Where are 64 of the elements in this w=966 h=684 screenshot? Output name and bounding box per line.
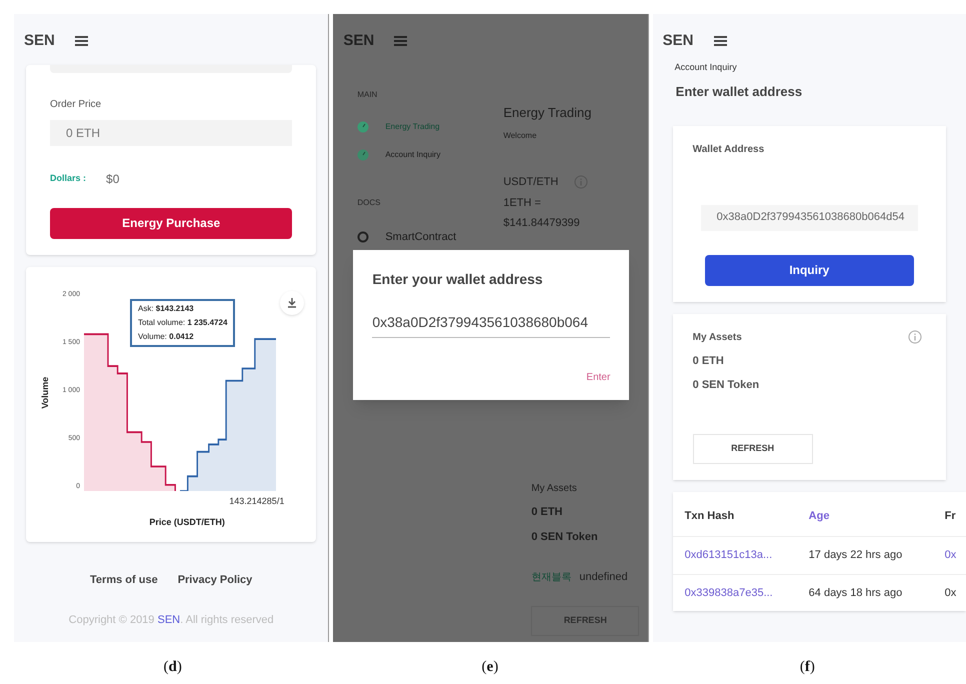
brand-logo[interactable]: SEN — [662, 30, 694, 52]
refresh-button[interactable]: REFRESH — [692, 434, 813, 464]
menu-icon[interactable] — [74, 36, 88, 46]
block-value: undefined — [579, 570, 628, 585]
drawer-item[interactable]: SmartContract — [357, 228, 480, 245]
brand-logo[interactable]: SEN — [24, 30, 55, 52]
dollars-value: $0 — [106, 170, 120, 188]
rate-label: 1ETH = — [503, 196, 542, 210]
my-assets-title: My Assets — [692, 330, 742, 344]
table-cell[interactable]: 0x339838a7e35... — [684, 584, 809, 601]
column-header[interactable]: Age — [808, 508, 945, 524]
rate-value: $141.84479399 — [503, 216, 581, 231]
page-label: Account Inquiry — [674, 60, 738, 74]
table-cell-text: 0x — [944, 586, 958, 600]
menu-icon[interactable] — [714, 36, 726, 46]
brand-link[interactable]: SEN — [157, 614, 180, 626]
column-header[interactable]: Txn Hash — [684, 508, 809, 524]
brand-logo[interactable]: SEN — [343, 30, 374, 52]
page-heading: Enter wallet address — [676, 83, 804, 101]
y-axis-title: Volume — [39, 376, 52, 408]
block-label: 현재블록 — [531, 570, 572, 585]
my-assets-title: My Assets — [531, 482, 578, 496]
x-axis-tick: 143.214285/1 — [229, 494, 284, 508]
x-axis-title: Price (USDT/ETH) — [149, 516, 225, 529]
asset-amount: 0 SEN Token — [692, 378, 760, 393]
drawer-section-heading: MAIN — [357, 88, 378, 100]
enter-button[interactable]: Enter — [586, 370, 610, 385]
copyright-text: Copyright © 2019 SEN. All rights reserved — [68, 613, 275, 628]
gauge-icon — [357, 120, 370, 132]
table-cell-text: 64 days 18 hrs ago — [808, 586, 904, 600]
tooltip-line: Total volume: 1 235.4724 — [138, 316, 228, 328]
gauge-icon — [357, 148, 370, 160]
drawer-item[interactable]: Account Inquiry — [357, 148, 480, 160]
pair-label: USDT/ETH — [503, 175, 558, 190]
table-cell[interactable]: 0x — [944, 547, 966, 564]
asset-amount: 0 ETH — [692, 354, 725, 368]
panel-caption: (d) — [163, 658, 182, 677]
energy-purchase-button[interactable]: Energy Purchase — [50, 208, 292, 238]
page-title: Energy Trading — [503, 104, 592, 122]
panel-caption: (e) — [482, 658, 498, 677]
asset-amount: 0 SEN Token — [531, 530, 599, 544]
drawer-section-heading: DOCS — [357, 196, 382, 208]
panel-caption: (f) — [800, 658, 815, 677]
footer-link[interactable]: Terms of use — [90, 572, 158, 588]
order-price-label: Order Price — [50, 98, 102, 112]
wallet-address-input[interactable]: 0x38a0D2f379943561038680b064 — [372, 312, 610, 338]
dollars-label: Dollars : — [50, 172, 86, 185]
tooltip-line: Ask: $143.2143 — [138, 302, 195, 314]
wallet-address-field[interactable]: 0x38a0D2f379943561038680b064d54 — [700, 204, 918, 230]
asset-amount: 0 ETH — [531, 505, 564, 520]
footer-link[interactable]: Privacy Policy — [178, 572, 252, 588]
order-price-field[interactable]: 0 ETH — [50, 120, 292, 146]
info-icon[interactable] — [908, 330, 922, 344]
inquiry-button[interactable]: Inquiry — [704, 254, 914, 286]
table-cell-text: 17 days 22 hrs ago — [808, 548, 904, 563]
table-cell[interactable]: 0xd613151c13a... — [684, 547, 809, 564]
ring-icon — [357, 230, 370, 243]
download-button[interactable] — [280, 290, 304, 314]
download-icon — [288, 298, 296, 308]
page-subtitle: Welcome — [503, 130, 538, 142]
dialog-title: Enter your wallet address — [372, 270, 544, 289]
wallet-address-label: Wallet Address — [692, 142, 766, 156]
column-header[interactable]: Fr — [944, 508, 966, 524]
tooltip-line: Volume: 0.0412 — [138, 330, 195, 342]
